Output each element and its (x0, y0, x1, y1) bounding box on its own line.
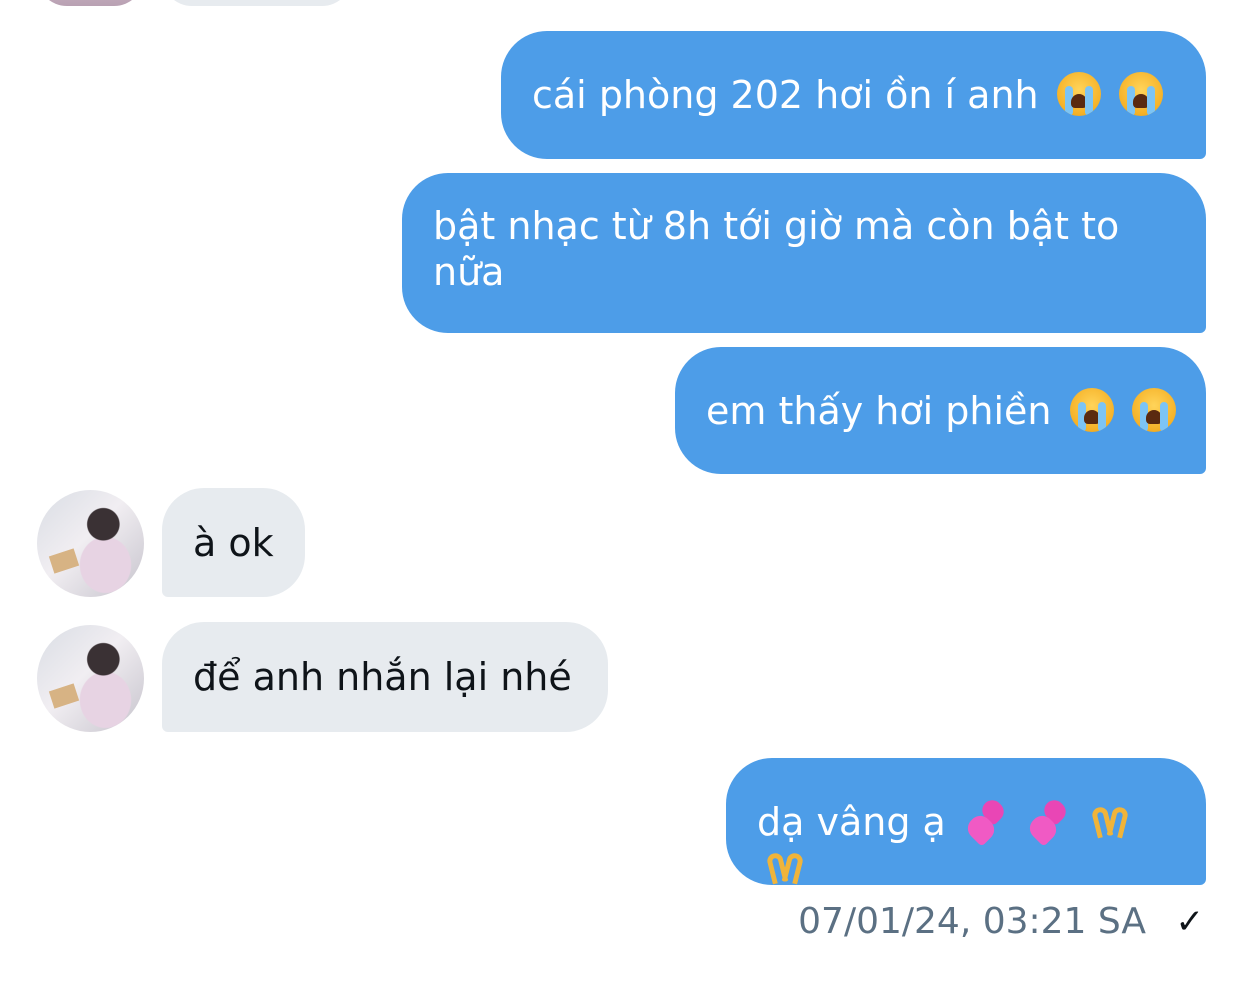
message-text: bật nhạc từ 8h tới giờ mà còn bật to nữa (433, 204, 1120, 294)
outgoing-message-bubble[interactable]: dạ vâng ạ (726, 758, 1206, 885)
message-text: cái phòng 202 hơi ồn í anh (532, 73, 1039, 117)
heart-hands-icon (763, 845, 807, 889)
message-text: để anh nhắn lại nhé (193, 655, 572, 699)
avatar[interactable] (37, 490, 144, 597)
two-hearts-icon (1025, 796, 1070, 847)
message-timestamp: 07/01/24, 03:21 SA ✓ (798, 899, 1204, 945)
avatar[interactable] (37, 625, 144, 732)
heart-hands-icon (1088, 799, 1132, 843)
incoming-bubble-partial (162, 0, 352, 6)
timestamp-text: 07/01/24, 03:21 SA (798, 901, 1147, 942)
outgoing-message-bubble[interactable]: cái phòng 202 hơi ồn í anh (501, 31, 1206, 159)
loudly-crying-face-icon (1069, 388, 1114, 432)
incoming-message-bubble[interactable]: à ok (162, 488, 305, 597)
message-text: em thấy hơi phiền (706, 389, 1052, 433)
loudly-crying-face-icon (1056, 72, 1101, 116)
message-text: à ok (193, 521, 274, 565)
loudly-crying-face-icon (1118, 72, 1163, 116)
outgoing-message-bubble[interactable]: em thấy hơi phiền (675, 347, 1206, 474)
loudly-crying-face-icon (1131, 388, 1176, 432)
avatar-partial (37, 0, 144, 6)
two-hearts-icon (963, 796, 1008, 847)
checkmark-icon: ✓ (1175, 902, 1205, 942)
incoming-message-bubble[interactable]: để anh nhắn lại nhé (162, 622, 608, 732)
message-text: dạ vâng ạ (757, 800, 946, 844)
outgoing-message-bubble[interactable]: bật nhạc từ 8h tới giờ mà còn bật to nữa (402, 173, 1206, 333)
